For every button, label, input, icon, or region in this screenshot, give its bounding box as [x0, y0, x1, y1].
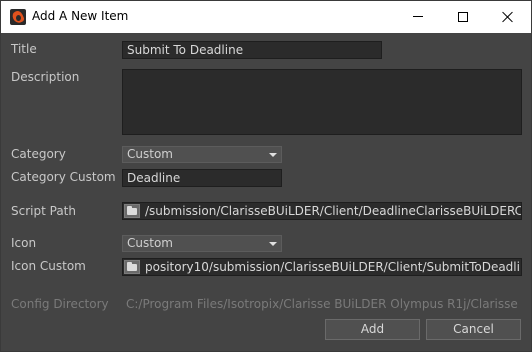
chevron-down-icon [269, 242, 277, 246]
category-custom-label: Category Custom [11, 170, 116, 184]
title-bar[interactable]: Add A New Item [1, 1, 531, 33]
window-title: Add A New Item [32, 9, 129, 23]
folder-icon [127, 262, 137, 271]
category-custom-field[interactable]: Deadline [122, 169, 282, 187]
category-label: Category [11, 147, 66, 161]
flame-logo-icon [10, 9, 26, 25]
script-path-value: /submission/ClarisseBUiLDER/Client/Deadl… [145, 204, 521, 218]
add-button[interactable]: Add [325, 319, 420, 340]
form-area: Title Submit To Deadline Description Cat… [1, 33, 531, 351]
script-path-label: Script Path [11, 204, 76, 218]
icon-custom-value: pository10/submission/ClarisseBUiLDER/Cl… [145, 260, 522, 274]
icon-custom-field[interactable]: pository10/submission/ClarisseBUiLDER/Cl… [122, 258, 522, 276]
folder-icon [127, 206, 137, 215]
close-button[interactable] [485, 1, 531, 32]
minimize-icon [413, 16, 423, 17]
icon-selected: Custom [127, 236, 173, 250]
category-dropdown[interactable]: Custom [122, 146, 282, 163]
description-label: Description [11, 70, 80, 84]
config-directory-value: C:/Program Files/Isotropix/Clarisse BUiL… [126, 297, 518, 311]
add-item-dialog: Add A New Item Title Submit To Deadline … [0, 0, 532, 352]
title-field[interactable]: Submit To Deadline [122, 41, 382, 59]
description-field[interactable] [122, 69, 522, 135]
icon-custom-browse-button[interactable] [124, 260, 140, 274]
maximize-icon [458, 11, 468, 22]
config-directory-label: Config Directory [11, 297, 109, 311]
cancel-button[interactable]: Cancel [426, 319, 521, 340]
close-icon [502, 11, 514, 23]
title-label: Title [11, 42, 37, 56]
category-selected: Custom [127, 147, 173, 161]
icon-dropdown[interactable]: Custom [122, 235, 282, 252]
chevron-down-icon [269, 153, 277, 157]
minimize-button[interactable] [395, 1, 441, 32]
script-path-field[interactable]: /submission/ClarisseBUiLDER/Client/Deadl… [122, 202, 522, 220]
maximize-button[interactable] [440, 1, 486, 32]
icon-label: Icon [11, 236, 37, 250]
script-path-browse-button[interactable] [124, 204, 140, 218]
icon-custom-label: Icon Custom [11, 259, 86, 273]
